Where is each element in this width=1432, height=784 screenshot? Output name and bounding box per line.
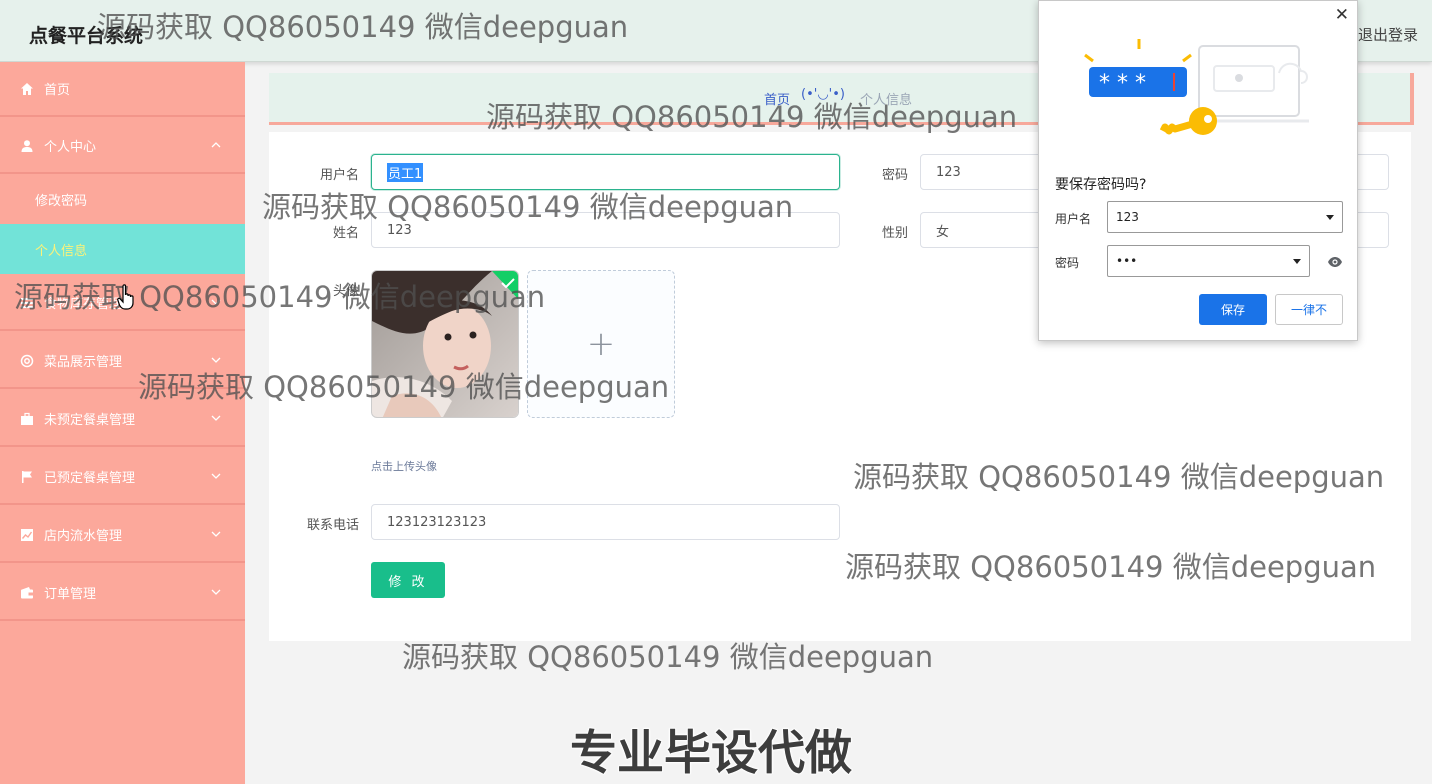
sidebar-item-personal-center[interactable]: 个人中心 [0,119,245,174]
username-value: 员工1 [387,162,424,182]
upload-tip: 点击上传头像 [371,460,437,473]
flag-icon [19,469,35,485]
sidebar-item-label: 修改密码 [35,193,88,209]
logout-link[interactable]: 退出登录 [1358,24,1418,45]
hand-cursor-icon [117,284,134,310]
promo-banner: 专业毕设代做 [569,725,853,782]
sidebar-item-label: 菜品展示管理 [44,355,123,370]
eye-icon[interactable] [1327,254,1343,270]
phone-field[interactable]: 123123123123 [371,504,840,540]
name-field[interactable]: 123 [371,212,840,248]
illustration-text: * * * [1099,71,1146,96]
gender-value: 女 [936,224,950,240]
sidebar-item-change-password[interactable]: 修改密码 [0,174,245,224]
popup-username-field[interactable]: 123 [1107,201,1343,233]
phone-value: 123123123123 [387,514,487,530]
save-password-popup: ✕ * * * 要保存密码吗? 用户名 123 密码 ••• 保存 一律不 [1038,0,1358,341]
sidebar-item-personal-info[interactable]: 个人信息 [0,224,245,274]
avatar-label: 头像 [332,284,359,299]
settings-icon [19,353,35,369]
chevron-down-icon [211,415,221,421]
sidebar-item-label: 食物库存管理 [44,297,123,312]
sidebar-item-label: 订单管理 [44,587,97,602]
chart-icon [19,527,35,543]
popup-password-label: 密码 [1055,256,1080,270]
sidebar-item-label: 未预定餐桌管理 [44,413,136,428]
name-label: 姓名 [332,226,359,241]
never-save-button[interactable]: 一律不 [1275,294,1343,325]
password-key-illustration: * * * [1084,39,1309,135]
username-label: 用户名 [319,168,359,183]
popup-password-field[interactable]: ••• [1107,245,1310,277]
breadcrumb-home[interactable]: 首页 [764,89,790,108]
avatar[interactable] [371,270,519,418]
list-icon [19,295,35,311]
submit-button[interactable]: 修 改 [371,562,445,598]
avatar-upload-button[interactable]: + [527,270,675,418]
breadcrumb-current: 个人信息 [860,93,913,108]
home-icon [19,81,35,97]
chevron-down-icon [211,473,221,479]
gender-label: 性别 [881,226,908,241]
popup-username-value: 123 [1116,210,1139,224]
password-label: 密码 [881,168,908,183]
sidebar-item-label: 首页 [44,83,71,98]
name-value: 123 [387,222,412,238]
app-title: 点餐平台系统 [29,25,144,47]
dropdown-arrow-icon [1293,259,1301,264]
password-value: 123 [936,164,961,180]
sidebar-item-reserved-tables[interactable]: 已预定餐桌管理 [0,450,245,505]
chevron-up-icon [211,142,221,148]
chevron-down-icon [211,299,221,305]
sidebar-item-label: 已预定餐桌管理 [44,471,136,486]
chevron-down-icon [211,589,221,595]
sidebar-item-store-cashflow[interactable]: 店内流水管理 [0,508,245,563]
chevron-down-icon [211,531,221,537]
sidebar-item-home[interactable]: 首页 [0,62,245,117]
popup-title: 要保存密码吗? [1055,177,1147,193]
sidebar-item-order-management[interactable]: 订单管理 [0,566,245,621]
user-icon [19,138,35,154]
sidebar: 首页 个人中心 修改密码 个人信息 食物库存管理 菜品展示管理 未预定餐桌管理 [0,62,245,784]
close-icon[interactable]: ✕ [1335,5,1349,25]
wallet-icon [19,585,35,601]
sidebar-item-dish-display[interactable]: 菜品展示管理 [0,334,245,389]
chevron-down-icon [211,357,221,363]
phone-label: 联系电话 [306,518,359,533]
popup-username-label: 用户名 [1055,212,1092,226]
save-password-button[interactable]: 保存 [1199,294,1267,325]
sidebar-item-label: 个人信息 [35,243,88,259]
username-field[interactable]: 员工1 [371,154,840,190]
briefcase-icon [19,411,35,427]
sidebar-item-label: 个人中心 [44,140,97,155]
sidebar-item-unreserved-tables[interactable]: 未预定餐桌管理 [0,392,245,447]
popup-password-value: ••• [1116,254,1138,268]
dropdown-arrow-icon [1326,215,1334,220]
breadcrumb-separator: (•'◡'•) [801,87,845,102]
plus-icon: + [586,324,616,364]
sidebar-item-label: 店内流水管理 [44,529,123,544]
